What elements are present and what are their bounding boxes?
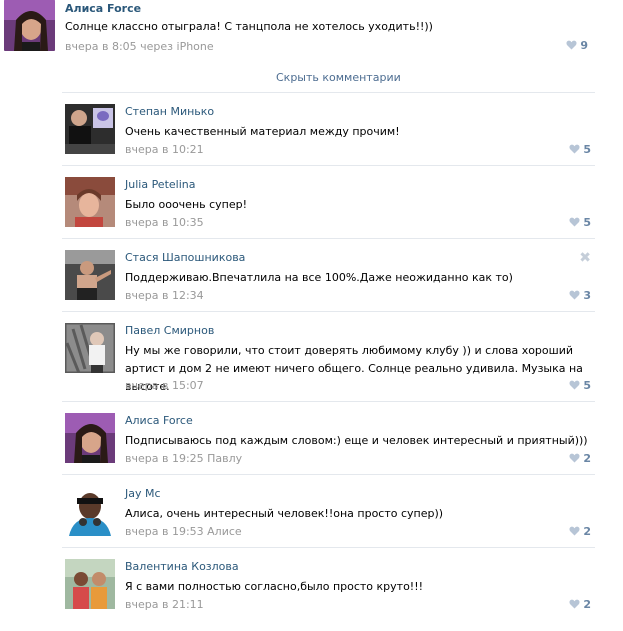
avatar[interactable]: [65, 486, 115, 536]
heart-icon: [569, 453, 580, 463]
comment-text: Подписываюсь под каждым словом:) еще и ч…: [125, 434, 588, 447]
comment-text: Я с вами полностью согласно,было просто …: [125, 580, 424, 593]
heart-icon: [569, 144, 580, 154]
like-count: 2: [583, 452, 591, 465]
post-text: Солнце классно отыграла! С танцпола не х…: [65, 20, 433, 33]
like-button[interactable]: 2: [569, 598, 591, 611]
like-count: 5: [583, 379, 591, 392]
comment-timestamp[interactable]: вчера в 19:53 Алисе: [125, 525, 242, 538]
heart-icon: [569, 380, 580, 390]
like-button[interactable]: 2: [569, 525, 591, 538]
like-button[interactable]: 3: [569, 289, 591, 302]
post-author-link[interactable]: Алиса Force: [65, 2, 141, 15]
comment: Julia Petelina Было ооочень супер! вчера…: [62, 165, 595, 238]
like-count: 9: [580, 39, 588, 52]
avatar[interactable]: [65, 413, 115, 463]
delete-comment-button[interactable]: ✖: [579, 250, 591, 266]
comment: Jay Mc Алиса, очень интересный человек!!…: [62, 474, 595, 547]
avatar[interactable]: [65, 177, 115, 227]
comment: Павел Смирнов Ну мы же говорили, что сто…: [62, 311, 595, 401]
like-count: 2: [583, 525, 591, 538]
avatar[interactable]: [65, 559, 115, 609]
heart-icon: [569, 526, 580, 536]
comment-timestamp[interactable]: вчера в 15:07: [125, 379, 204, 392]
comment-timestamp[interactable]: вчера в 19:25 Павлу: [125, 452, 242, 465]
comment: Стася Шапошникова ✖ Поддерживаю.Впечатли…: [62, 238, 595, 311]
comment-author-link[interactable]: Стася Шапошникова: [125, 251, 245, 264]
heart-icon: [569, 290, 580, 300]
heart-icon: [566, 40, 577, 50]
avatar[interactable]: [65, 323, 115, 373]
comment: Алиса Force Подписываюсь под каждым слов…: [62, 401, 595, 474]
comment: Степан Минько Очень качественный материа…: [62, 92, 595, 165]
comment: Валентина Козлова Я с вами полностью сог…: [62, 547, 595, 620]
post-timestamp[interactable]: вчера в 8:05 через iPhone: [65, 40, 214, 53]
like-button[interactable]: 2: [569, 452, 591, 465]
like-button[interactable]: 9: [566, 39, 588, 52]
heart-icon: [569, 599, 580, 609]
comment-text: Очень качественный материал между прочим…: [125, 125, 400, 138]
comment-timestamp[interactable]: вчера в 10:35: [125, 216, 204, 229]
like-button[interactable]: 5: [569, 379, 591, 392]
hide-comments-link[interactable]: Скрыть комментарии: [276, 71, 401, 84]
comment-timestamp[interactable]: вчера в 12:34: [125, 289, 204, 302]
heart-icon: [569, 217, 580, 227]
like-count: 5: [583, 143, 591, 156]
comment-text: Поддерживаю.Впечатлила на все 100%.Даже …: [125, 271, 513, 284]
comment-text: Было ооочень супер!: [125, 198, 248, 211]
comments-list: Степан Минько Очень качественный материа…: [62, 92, 595, 620]
comment-author-link[interactable]: Валентина Козлова: [125, 560, 239, 573]
like-count: 2: [583, 598, 591, 611]
comment-author-link[interactable]: Алиса Force: [125, 414, 193, 427]
comment-author-link[interactable]: Jay Mc: [125, 487, 161, 500]
like-count: 3: [583, 289, 591, 302]
wall-post: Алиса Force Солнце классно отыграла! С т…: [4, 0, 596, 60]
comment-author-link[interactable]: Павел Смирнов: [125, 324, 214, 337]
close-icon: ✖: [579, 250, 591, 266]
avatar[interactable]: [65, 250, 115, 300]
comment-author-link[interactable]: Julia Petelina: [125, 178, 195, 191]
avatar[interactable]: [4, 0, 55, 51]
like-button[interactable]: 5: [569, 143, 591, 156]
comment-timestamp[interactable]: вчера в 21:11: [125, 598, 204, 611]
comment-author-link[interactable]: Степан Минько: [125, 105, 214, 118]
like-count: 5: [583, 216, 591, 229]
like-button[interactable]: 5: [569, 216, 591, 229]
comment-timestamp[interactable]: вчера в 10:21: [125, 143, 204, 156]
comment-text: Алиса, очень интересный человек!!она про…: [125, 507, 444, 520]
avatar[interactable]: [65, 104, 115, 154]
